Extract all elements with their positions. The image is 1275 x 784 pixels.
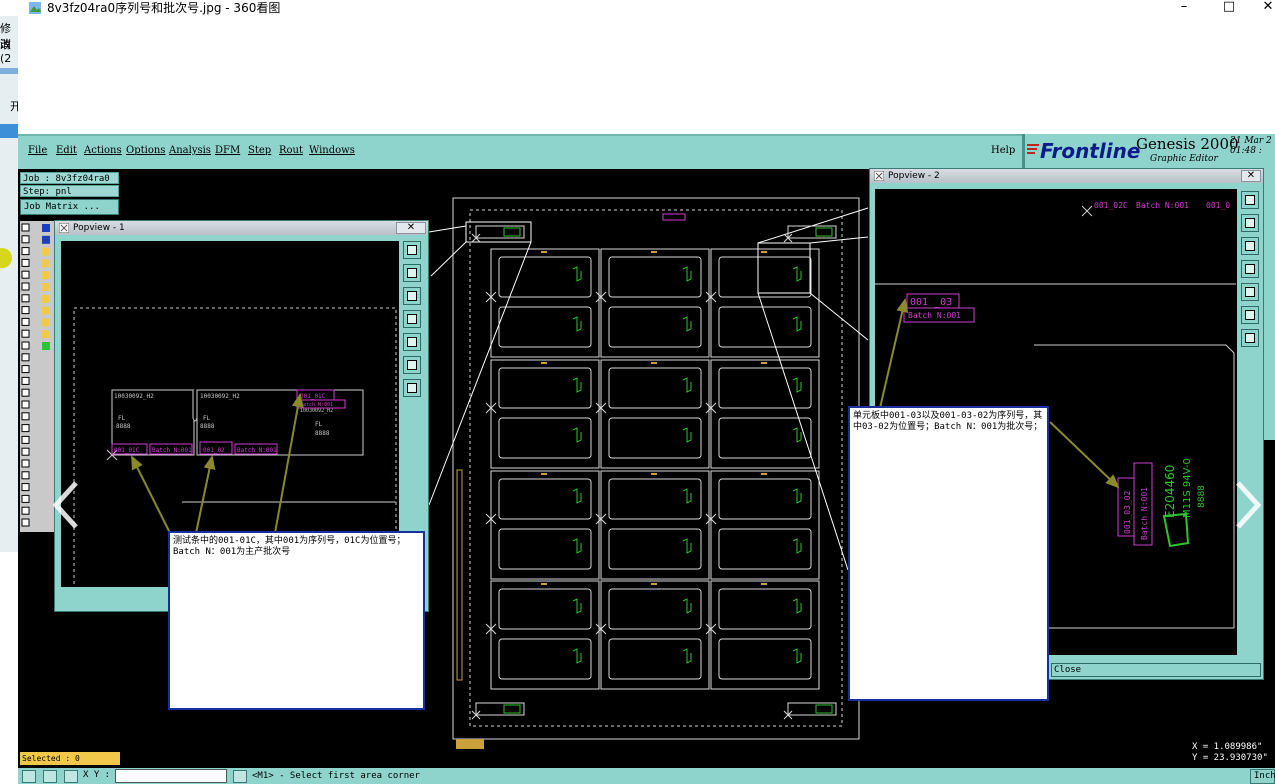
- arrow-1: [131, 455, 171, 534]
- right-toolbar-strip: [1264, 169, 1275, 440]
- status-tool-2-icon[interactable]: [43, 770, 57, 783]
- arrow-3: [274, 393, 304, 534]
- status-tool-1-icon[interactable]: [22, 770, 36, 783]
- cursor-coordinates: X = 1.089986" Y = 23.930730": [1188, 740, 1275, 768]
- arrow-4: [879, 298, 909, 409]
- callout-right: 单元板中001-03以及001-03-02为序列号，其中03-02为位置号；Ba…: [848, 406, 1049, 701]
- xy-label: X Y :: [83, 770, 111, 780]
- callout-left: 测试条中的001-01C，其中001为序列号，01C为位置号；Batch N：0…: [168, 531, 425, 710]
- status-tool-3-icon[interactable]: [64, 770, 78, 783]
- xy-input[interactable]: [115, 769, 227, 783]
- units-button[interactable]: Inch: [1250, 769, 1275, 784]
- coord-y: Y = 23.930730": [1192, 753, 1268, 763]
- status-tool-4-icon[interactable]: [233, 770, 247, 783]
- coord-x: X = 1.089986": [1192, 742, 1263, 752]
- status-message: <M1> - Select first area corner: [252, 771, 420, 781]
- next-image-arrow-icon[interactable]: [1228, 475, 1266, 535]
- prev-image-arrow-icon[interactable]: [48, 475, 86, 535]
- arrow-5: [1049, 421, 1120, 489]
- arrow-2: [195, 455, 216, 534]
